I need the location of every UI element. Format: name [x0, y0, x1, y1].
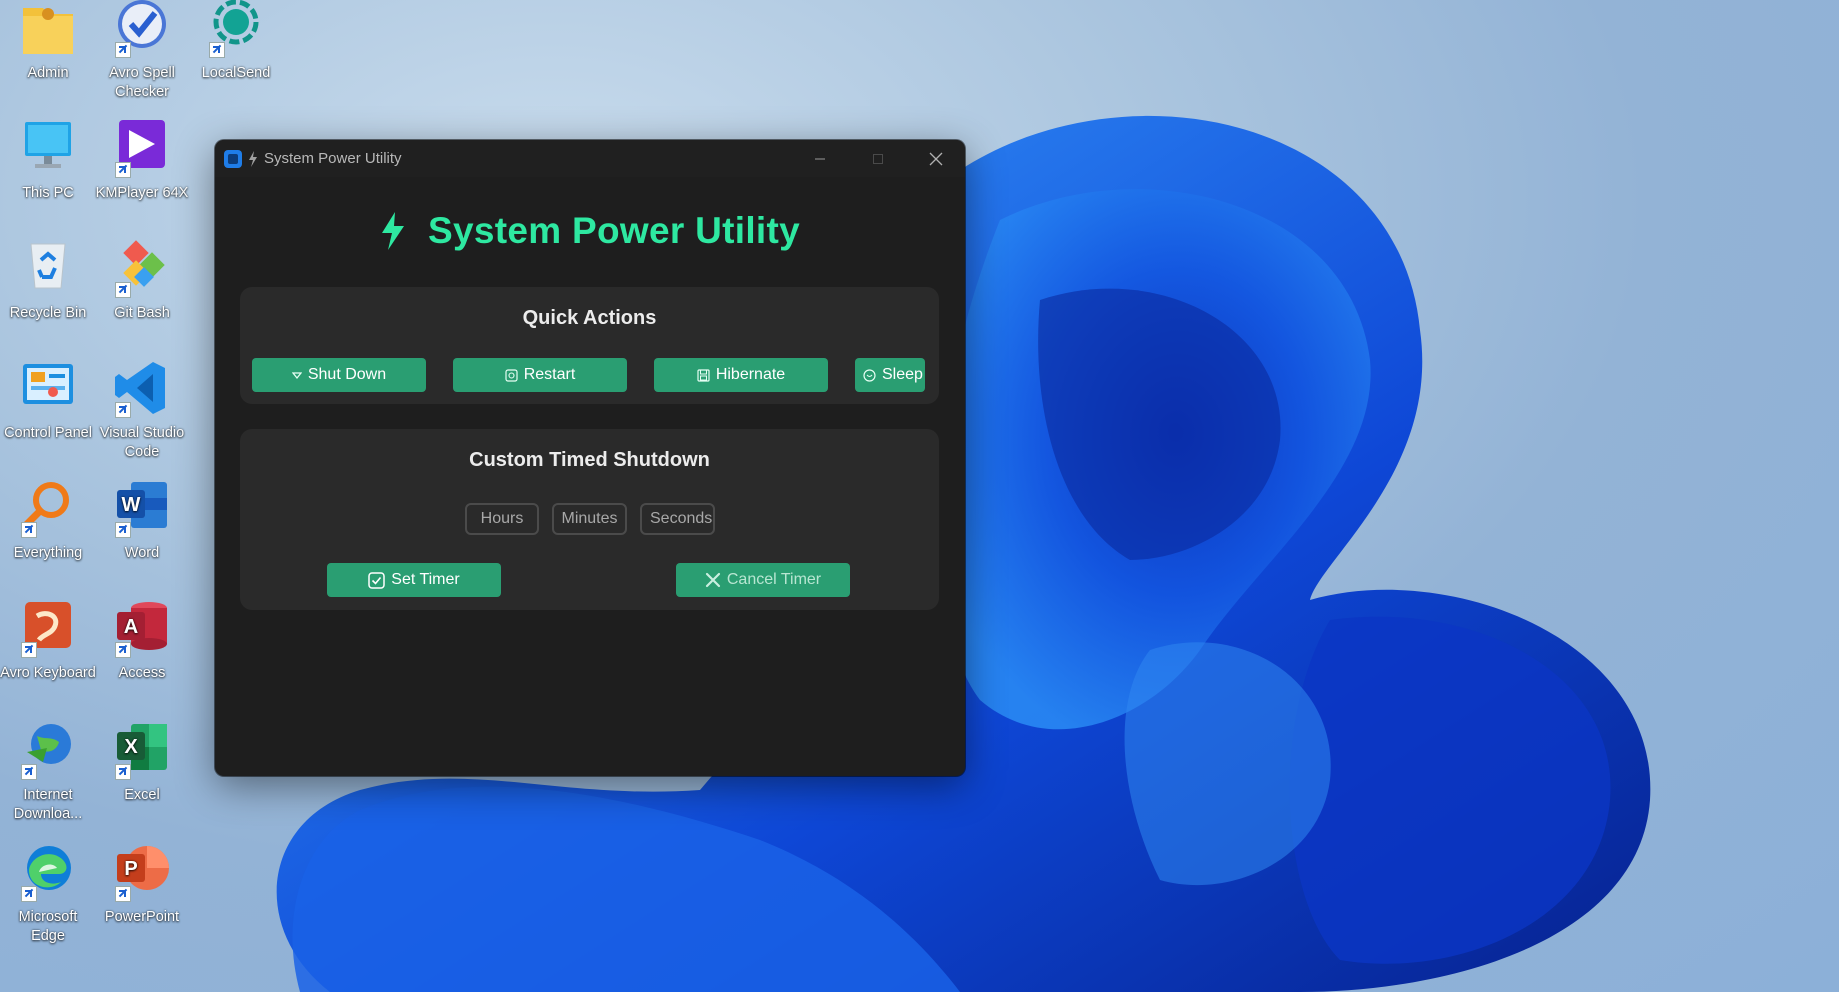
minimize-button[interactable] [791, 140, 849, 177]
page-heading: System Power Utility [215, 210, 965, 252]
vscode-icon [113, 360, 171, 418]
maximize-button[interactable] [849, 140, 907, 177]
desktop-icon-kmplayer[interactable]: KMPlayer 64X [94, 120, 190, 203]
moon-icon [863, 368, 876, 382]
control-panel-icon [19, 360, 77, 418]
lightning-icon [381, 212, 404, 250]
recycle-bin-icon [19, 240, 77, 298]
desktop-icon-avro-spell-checker[interactable]: Avro Spell Checker [94, 0, 190, 102]
close-icon [929, 152, 943, 165]
svg-text:P: P [124, 858, 137, 880]
desktop-icon-word[interactable]: W Word [94, 480, 190, 563]
access-icon: A [113, 600, 171, 658]
maximize-icon [873, 153, 883, 164]
restart-button[interactable]: Restart [453, 358, 627, 392]
sleep-button[interactable]: Sleep [855, 358, 925, 392]
close-button[interactable] [907, 140, 965, 177]
restart-icon [505, 368, 518, 382]
hours-input[interactable]: Hours [465, 503, 539, 535]
window-title: System Power Utility [264, 150, 402, 167]
desktop-icon-vscode[interactable]: Visual Studio Code [94, 360, 190, 462]
desktop-icon-recycle-bin[interactable]: Recycle Bin [0, 240, 96, 323]
checkmark-icon [113, 0, 171, 58]
desktop-icon-avro-keyboard[interactable]: Avro Keyboard [0, 600, 96, 683]
minimize-icon [815, 158, 825, 159]
timed-shutdown-title: Custom Timed Shutdown [469, 449, 710, 471]
desktop-icon-this-pc[interactable]: This PC [0, 120, 96, 203]
timed-shutdown-panel: Custom Timed Shutdown Hours Minutes Seco… [240, 429, 939, 610]
svg-text:X: X [124, 736, 138, 758]
set-timer-button[interactable]: Set Timer [327, 563, 501, 597]
shut-down-button[interactable]: Shut Down [252, 358, 426, 392]
seconds-input[interactable]: Seconds [640, 503, 715, 535]
lightning-icon [249, 150, 257, 167]
desktop-icon-admin[interactable]: Admin [0, 0, 96, 83]
page-title: System Power Utility [427, 210, 800, 251]
check-square-icon [368, 571, 386, 589]
desktop-icon-control-panel[interactable]: Control Panel [0, 360, 96, 443]
localsend-icon [207, 0, 265, 58]
word-icon: W [113, 480, 171, 538]
desktop-icon-microsoft-edge[interactable]: Microsoft Edge [0, 844, 96, 946]
avro-keyboard-icon [19, 600, 77, 658]
hibernate-button[interactable]: Hibernate [654, 358, 828, 392]
excel-icon: X [113, 722, 171, 780]
power-icon [291, 370, 302, 380]
kmplayer-icon [113, 120, 171, 178]
desktop-icon-access[interactable]: A Access [94, 600, 190, 683]
desktop-icon-internet-download-manager[interactable]: Internet Downloa... [0, 722, 96, 824]
git-bash-icon [113, 240, 171, 298]
close-x-icon [705, 572, 721, 588]
quick-actions-panel: Quick Actions Shut Down Restart Hibernat… [240, 287, 939, 404]
title-bar[interactable]: System Power Utility [215, 140, 965, 177]
minutes-input[interactable]: Minutes [552, 503, 627, 535]
app-icon [224, 149, 242, 168]
save-icon [697, 368, 710, 382]
quick-actions-title: Quick Actions [522, 307, 657, 329]
desktop-icon-git-bash[interactable]: Git Bash [94, 240, 190, 323]
desktop-icon-powerpoint[interactable]: P PowerPoint [94, 844, 190, 927]
magnifier-icon [19, 480, 77, 538]
desktop-icon-everything[interactable]: Everything [0, 480, 96, 563]
svg-text:A: A [124, 616, 138, 638]
app-window: System Power Utility System Power Utilit… [215, 140, 965, 776]
desktop-icon-excel[interactable]: X Excel [94, 722, 190, 805]
desktop-icon-localsend[interactable]: LocalSend [188, 0, 284, 83]
cancel-timer-button[interactable]: Cancel Timer [676, 563, 850, 597]
svg-text:W: W [122, 494, 141, 516]
powerpoint-icon: P [113, 844, 171, 902]
monitor-icon [19, 120, 77, 178]
edge-icon [19, 844, 77, 902]
idm-globe-icon [19, 722, 77, 780]
folder-user-icon [19, 0, 77, 58]
